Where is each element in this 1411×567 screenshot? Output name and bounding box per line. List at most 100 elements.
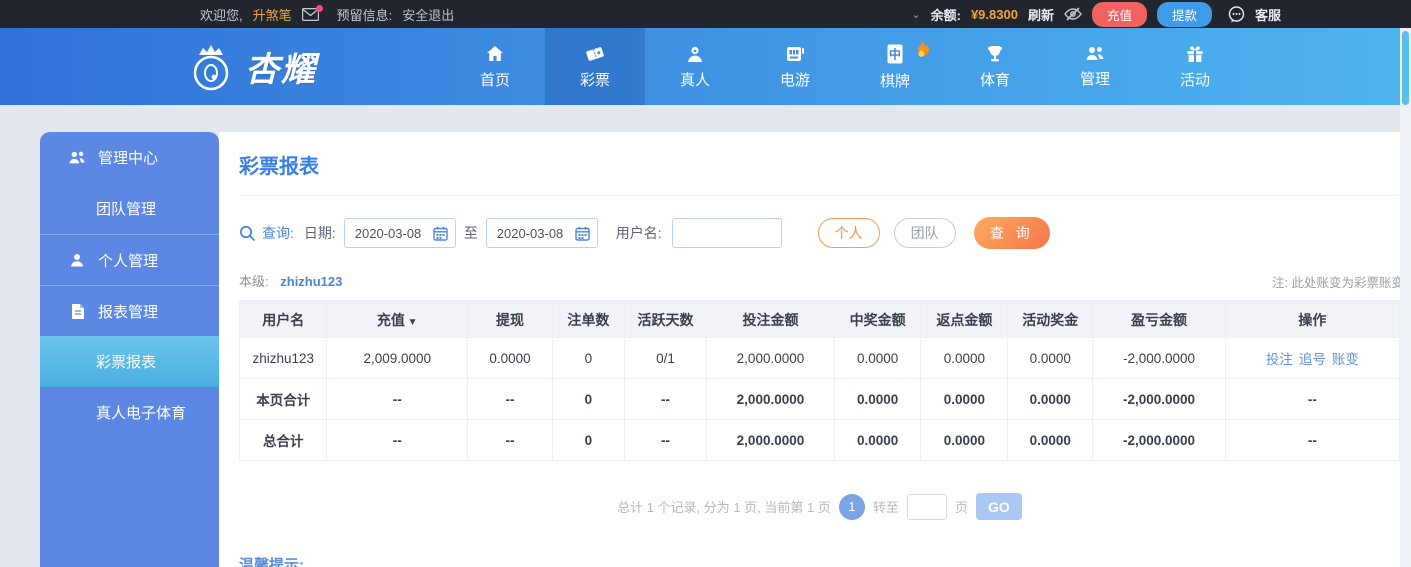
operations-cell: --	[1224, 419, 1400, 461]
pagination: 总计 1 个记录, 分为 1 页, 当前第 1 页 1 转至 页 GO	[239, 493, 1400, 520]
sidebar-item-4[interactable]: 报表管理	[40, 285, 219, 336]
column-header-5: 活跃天数	[623, 301, 708, 338]
cell: -2,000.0000	[1092, 378, 1226, 420]
column-header-11: 操作	[1224, 301, 1400, 338]
refresh-link[interactable]: 刷新	[1028, 5, 1054, 24]
table-row-3: 总合计 -- -- 0 -- 2,000.0000 0.0000 0.0000 0.0000 -2…	[238, 419, 1400, 461]
vertical-scrollbar[interactable]	[1400, 28, 1411, 567]
chat-bubble-icon[interactable]	[1228, 5, 1245, 23]
cell: 0.0000	[920, 419, 1009, 461]
date-from-value: 2020-03-08	[354, 225, 422, 241]
sidebar-item-5[interactable]: 彩票报表	[40, 336, 219, 387]
column-header-6: 投注金额	[706, 301, 835, 338]
sort-desc-icon: ▼	[404, 316, 418, 328]
date-to-input[interactable]: 2020-03-08	[485, 218, 598, 248]
page-1-button[interactable]: 1	[838, 493, 865, 520]
username-input[interactable]	[671, 218, 782, 248]
sidebar-item-label: 报表管理	[98, 303, 159, 321]
go-button[interactable]: GO	[975, 493, 1022, 520]
calendar-icon[interactable]	[575, 226, 590, 241]
cell: --	[467, 419, 553, 461]
withdraw-button[interactable]: 提款	[1156, 1, 1212, 27]
cell: 2,000.0000	[706, 419, 835, 461]
scrollbar-thumb[interactable]	[1402, 31, 1409, 105]
cell: --	[326, 378, 469, 420]
nav-item-label: 电游	[779, 71, 810, 89]
slot-machine-icon	[784, 44, 806, 64]
cell: -2,000.0000	[1092, 337, 1226, 379]
action-link-2[interactable]: 追号	[1299, 352, 1326, 367]
table-row-2: 本页合计 -- -- 0 -- 2,000.0000 0.0000 0.0000 0.0000-…	[238, 378, 1400, 420]
cell: 2,009.0000	[326, 337, 469, 379]
sidebar-item-label: 真人电子体育	[96, 405, 187, 422]
nav-item-label: 彩票	[579, 71, 610, 89]
nav-item-mahjong-tile[interactable]: 中棋牌	[845, 28, 945, 105]
cell: 0.0000	[920, 378, 1009, 420]
date-label: 日期:	[303, 225, 336, 241]
action-link-1[interactable]: 投注	[1266, 352, 1293, 367]
cell: --	[326, 419, 469, 461]
column-header-9: 活动奖金	[1007, 301, 1094, 338]
nav-item-trophy[interactable]: 体育	[945, 28, 1045, 105]
column-header-2[interactable]: 充值 ▼	[326, 301, 469, 338]
cell: --	[623, 378, 708, 420]
reserved-info-label: 预留信息:	[336, 7, 393, 23]
goto-page-input[interactable]	[906, 493, 947, 520]
action-link-3[interactable]: 账变	[1332, 352, 1359, 367]
column-header-label: 充值	[376, 311, 405, 328]
sidebar-item-1[interactable]: 管理中心	[40, 132, 219, 183]
level-username[interactable]: zhizhu123	[280, 274, 342, 289]
top-bar: 欢迎您, 升煞笔 预留信息: 安全退出 ⌄ 余额: ¥9.8300 刷新 充值 …	[0, 0, 1411, 28]
balance-value: ¥9.8300	[970, 6, 1018, 22]
recharge-button[interactable]: 充值	[1091, 1, 1147, 27]
nav-item-slot-machine[interactable]: 电游	[745, 28, 845, 105]
nav-item-label: 体育	[979, 71, 1010, 89]
service-label[interactable]: 客服	[1255, 5, 1281, 24]
cell: 0	[551, 337, 625, 379]
cell: zhizhu123	[238, 337, 328, 379]
table-row-1: zhizhu123 2,009.0000 0.0000 0 0/1 2,000.0000 0…	[238, 337, 1400, 379]
chevron-down-icon[interactable]: ⌄	[911, 8, 920, 21]
operations-cell: --	[1224, 378, 1400, 420]
nav-item-gift[interactable]: 活动	[1145, 28, 1245, 105]
brand-logo[interactable]: 杏耀	[185, 41, 317, 93]
cell: --	[467, 378, 553, 420]
sidebar-item-6[interactable]: 真人电子体育	[40, 387, 219, 438]
envelope-icon[interactable]	[301, 4, 323, 21]
logout-link[interactable]: 安全退出	[402, 5, 454, 24]
sidebar-item-label: 管理中心	[98, 150, 159, 167]
cell: -2,000.0000	[1092, 419, 1226, 461]
page-unit-label: 页	[954, 500, 968, 515]
welcome-text: 欢迎您,	[200, 7, 243, 23]
eye-slash-icon[interactable]	[1064, 7, 1082, 21]
search-icon	[239, 225, 256, 242]
tips-title: 温馨提示:	[239, 557, 304, 567]
date-from-input[interactable]: 2020-03-08	[343, 218, 456, 248]
notification-dot	[315, 4, 323, 12]
lottery-ticket-icon	[584, 44, 606, 64]
cell: 0.0000	[833, 378, 922, 420]
pagination-summary: 总计 1 个记录, 分为 1 页, 当前第 1 页	[617, 500, 831, 515]
cell: 0.0000	[467, 337, 553, 379]
sidebar-item-3[interactable]: 个人管理	[40, 234, 219, 285]
nav-item-lottery-ticket[interactable]: 彩票	[545, 28, 645, 105]
cell: 0.0000	[1007, 378, 1094, 420]
cell: 本页合计	[238, 378, 328, 420]
cell: 0.0000	[833, 419, 922, 461]
nav-item-users[interactable]: 管理	[1045, 28, 1145, 105]
nav-item-home[interactable]: 首页	[445, 28, 545, 105]
column-header-8: 返点金额	[920, 301, 1009, 338]
gift-icon	[1185, 44, 1205, 64]
users-icon	[1085, 45, 1105, 63]
sidebar-item-label: 团队管理	[96, 201, 157, 218]
svg-text:中: 中	[889, 46, 901, 61]
search-button[interactable]: 查 询	[973, 217, 1050, 249]
cell: 0.0000	[833, 337, 922, 379]
username-label: 用户名:	[615, 225, 662, 241]
nav-item-live-dealer[interactable]: 真人	[645, 28, 745, 105]
sidebar-item-2[interactable]: 团队管理	[40, 183, 219, 234]
personal-toggle-button[interactable]: 个人	[817, 218, 880, 248]
main-nav: 杏耀 首页彩票 真人电游 中棋牌体育 管理 活动	[0, 28, 1400, 105]
team-toggle-button[interactable]: 团队	[893, 218, 956, 248]
calendar-icon[interactable]	[433, 226, 448, 241]
